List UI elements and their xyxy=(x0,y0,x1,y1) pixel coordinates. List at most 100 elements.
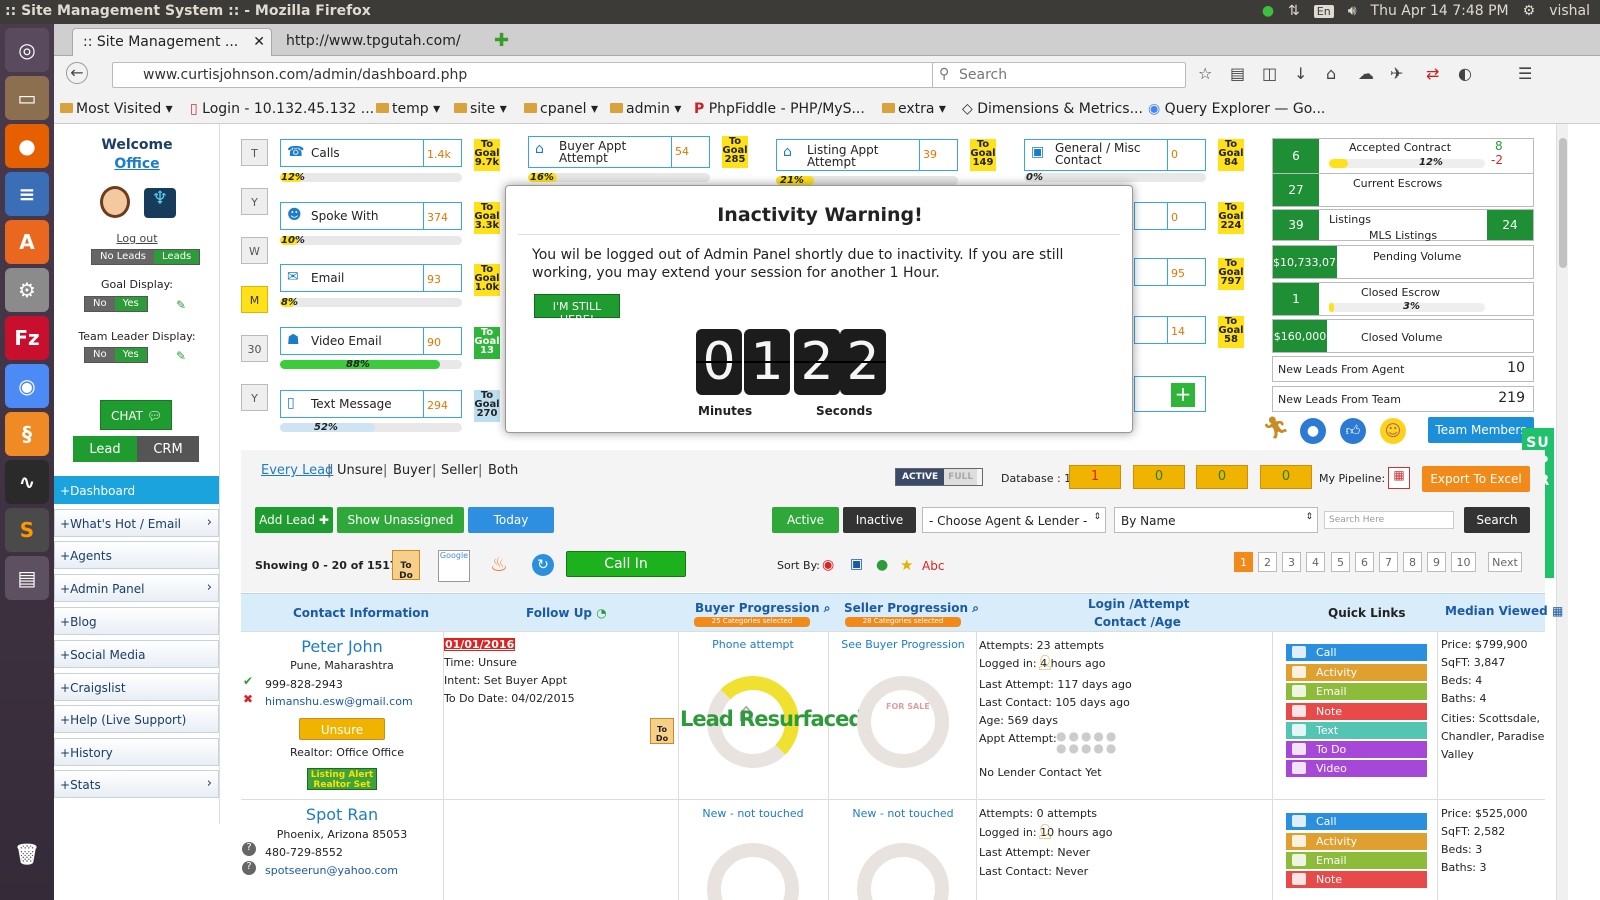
stat-video-email[interactable]: ☗ Video Email 90 xyxy=(280,327,462,355)
home-icon[interactable]: ⌂ xyxy=(1326,64,1336,83)
filter-unsure[interactable]: Unsure xyxy=(337,463,383,478)
listing-alert-badge[interactable]: Listing Alert Realtor Set xyxy=(307,768,377,790)
buyer-progress-status[interactable]: Phone attempt xyxy=(678,638,828,651)
dollar-icon[interactable]: ● xyxy=(876,557,888,573)
follow-up-date[interactable]: 01/01/2016 xyxy=(444,638,516,651)
menu-craigslist[interactable]: +Craigslist xyxy=(54,673,219,701)
crm-tab[interactable]: CRM xyxy=(137,436,199,462)
trash-icon[interactable]: 🗑︎ xyxy=(5,832,49,876)
page-9[interactable]: 9 xyxy=(1427,552,1446,572)
keyboard-lang[interactable]: En xyxy=(1313,4,1334,18)
bookmark-login[interactable]: ▯ Login - 10.132.45.132 ... xyxy=(190,101,374,117)
star-icon[interactable]: ★ xyxy=(900,556,913,574)
scrollbar-thumb[interactable] xyxy=(1559,138,1567,268)
quick-link-activity[interactable]: Activity xyxy=(1286,833,1427,850)
menu-social-media[interactable]: +Social Media xyxy=(54,640,219,668)
pending-volume-box[interactable]: $10,733,075 Pending Volume xyxy=(1272,245,1534,279)
menu-help[interactable]: +Help (Live Support) xyxy=(54,705,219,733)
filezilla-icon[interactable]: Fz xyxy=(5,316,49,360)
page-scrollbar[interactable] xyxy=(1556,124,1568,900)
quick-link-video[interactable]: Video xyxy=(1286,760,1427,777)
eye-icon[interactable]: ◉ xyxy=(822,557,834,573)
menu-dashboard[interactable]: +Dashboard xyxy=(54,476,219,504)
workspace-icon[interactable]: ▤ xyxy=(5,556,49,600)
th-contact-age[interactable]: Contact /Age xyxy=(1094,615,1181,629)
bookmark-dimensions[interactable]: ◇ Dimensions & Metrics... xyxy=(962,101,1143,117)
day-button-yesterday[interactable]: Y xyxy=(241,188,268,215)
tab-tpgutah[interactable]: http://www.tpgutah.com/ xyxy=(276,28,476,56)
contact-phone[interactable]: 480-729-8552 xyxy=(265,846,343,859)
leader-yes-option[interactable]: Yes xyxy=(114,348,147,362)
search-card-icon[interactable]: ▣ xyxy=(850,556,863,572)
extension-icon[interactable]: ✈ xyxy=(1390,64,1403,83)
lead-search-input[interactable]: Search Here xyxy=(1324,511,1454,529)
dash-icon[interactable]: ◎ xyxy=(5,28,49,72)
alphabetical-icon[interactable]: Abc xyxy=(922,559,944,573)
sync-icon[interactable]: ⇄ xyxy=(1426,64,1439,83)
stat-calls[interactable]: ☎ Calls 1.4k xyxy=(280,139,462,167)
clock[interactable]: Thu Apr 14 7:48 PM xyxy=(1371,3,1509,19)
quick-link-call[interactable]: Call xyxy=(1286,644,1427,661)
stat-partial[interactable]: 95 xyxy=(1134,258,1206,286)
filter-every-lead[interactable]: Every Lead xyxy=(261,463,333,478)
goal-no-option[interactable]: No xyxy=(85,297,115,311)
contact-name[interactable]: Peter John xyxy=(241,637,443,656)
search-input[interactable]: ⚲ Search xyxy=(932,62,1186,88)
firefox-icon[interactable]: ● xyxy=(5,124,49,168)
logout-link[interactable]: Log out xyxy=(54,232,220,245)
close-tab-icon[interactable]: ✕ xyxy=(253,34,265,50)
th-login-attempt[interactable]: Login /Attempt xyxy=(1088,597,1189,611)
trophy-icon[interactable]: ♆ xyxy=(144,188,176,218)
stat-text-message[interactable]: ▯ Text Message 294 xyxy=(280,390,462,418)
page-1[interactable]: 1 xyxy=(1234,552,1253,572)
system-settings-icon[interactable]: ⚙ xyxy=(5,268,49,312)
call-in-button[interactable]: Call In xyxy=(566,551,686,577)
menu-whats-hot[interactable]: +What's Hot / Email › xyxy=(54,509,219,537)
lead-tab[interactable]: Lead xyxy=(73,436,137,462)
calendar-icon[interactable]: ▦ xyxy=(1388,467,1410,489)
chat-bubble-icon[interactable]: ☁ xyxy=(1358,64,1374,83)
settings-icon[interactable]: ⚙ xyxy=(1523,3,1536,19)
show-unassigned-button[interactable]: Show Unassigned xyxy=(337,507,464,533)
active-button[interactable]: Active xyxy=(772,507,839,533)
active-option[interactable]: ACTIVE xyxy=(896,469,945,485)
hot-fire-icon[interactable]: ♨ xyxy=(490,552,516,580)
contact-email[interactable]: himanshu.esw@gmail.com xyxy=(265,695,413,708)
page-5[interactable]: 5 xyxy=(1331,552,1350,572)
seller-progress-status[interactable]: See Buyer Progression xyxy=(829,638,977,651)
chat-button[interactable]: CHAT 💬︎ xyxy=(100,400,172,430)
day-button-today[interactable]: T xyxy=(241,139,268,166)
stat-partial[interactable]: 0 xyxy=(1134,202,1206,230)
today-button[interactable]: Today xyxy=(468,507,554,533)
quick-link-text[interactable]: Text xyxy=(1286,722,1427,739)
closed-escrow-box[interactable]: 1 Closed Escrow 3% xyxy=(1272,282,1534,316)
office-link[interactable]: Office xyxy=(54,156,220,172)
page-6[interactable]: 6 xyxy=(1355,552,1374,572)
files-icon[interactable]: ▭ xyxy=(5,76,49,120)
volume-icon[interactable]: 🔊︎ xyxy=(1348,3,1357,19)
bookmark-extra[interactable]: extra ▾ xyxy=(882,101,946,117)
goal-display-toggle[interactable]: No Yes xyxy=(84,296,148,312)
database-count-4[interactable]: 0 xyxy=(1260,465,1312,489)
bookmark-site[interactable]: site ▾ xyxy=(454,101,507,117)
th-contact[interactable]: Contact Information xyxy=(293,606,429,620)
bookmark-query-explorer[interactable]: ◉ Query Explorer — Go... xyxy=(1148,101,1325,117)
day-button-week[interactable]: W xyxy=(241,237,268,264)
contact-email[interactable]: spotseerun@yahoo.com xyxy=(265,864,398,877)
still-here-button[interactable]: I'M STILL HERE! xyxy=(534,294,620,326)
goal-yes-option[interactable]: Yes xyxy=(114,297,147,311)
refresh-icon[interactable]: ↻ xyxy=(532,554,554,576)
filter-both[interactable]: Both xyxy=(488,463,518,478)
listings-box[interactable]: 39 Listings MLS Listings 24 xyxy=(1272,209,1534,242)
new-leads-agent-box[interactable]: New Leads From Agent 10 xyxy=(1272,356,1534,382)
no-leads-option[interactable]: No Leads xyxy=(92,250,155,264)
quick-link-note[interactable]: Note xyxy=(1286,703,1427,720)
accepted-contract-box[interactable]: 6 Accepted Contract 12% 8 -2 xyxy=(1272,138,1534,174)
new-leads-team-box[interactable]: New Leads From Team 219 xyxy=(1272,386,1534,412)
page-3[interactable]: 3 xyxy=(1282,552,1301,572)
url-bar[interactable]: www.curtisjohnson.com/admin/dashboard.ph… xyxy=(112,62,972,88)
user-name[interactable]: vishal xyxy=(1549,3,1590,19)
menu-icon[interactable]: ☰ xyxy=(1518,64,1532,83)
bookmark-most-visited[interactable]: Most Visited ▾ xyxy=(60,101,173,117)
database-count-3[interactable]: 0 xyxy=(1196,465,1248,489)
